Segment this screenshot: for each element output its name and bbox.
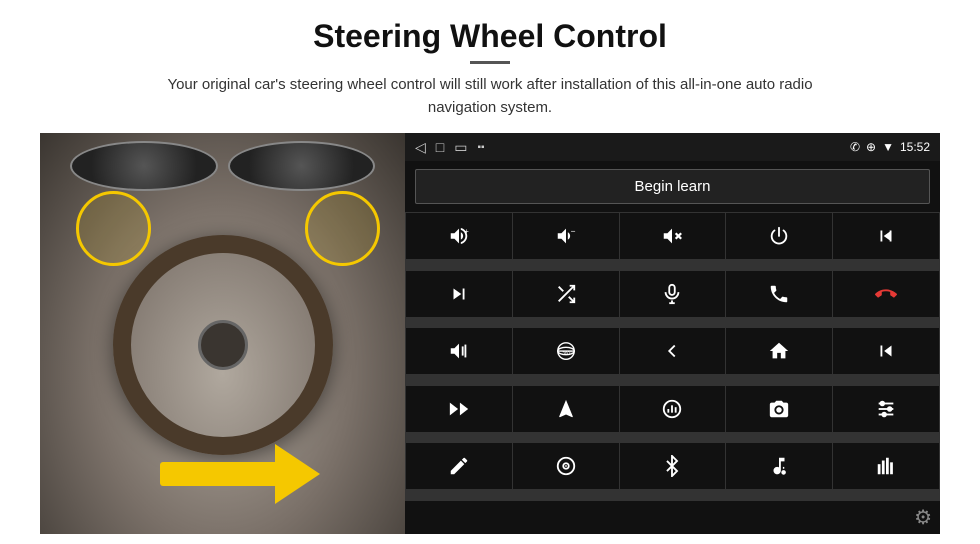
music-settings-icon [768,455,790,477]
pen-icon [448,455,470,477]
navigate-button[interactable] [513,386,619,432]
android-screen: ◁ □ ▭ ▪▪ ✆ ⊕ ▼ 15:52 Begin learn [405,133,940,534]
power-button[interactable] [726,213,832,259]
fast-forward-button[interactable] [406,386,512,432]
content-row: ◁ □ ▭ ▪▪ ✆ ⊕ ▼ 15:52 Begin learn [40,133,940,534]
arrow-body [160,462,280,486]
fast-forward-icon [448,398,470,420]
svg-text:360°: 360° [562,351,572,356]
dashboard-area [70,141,375,191]
skip-back-button[interactable] [833,328,939,374]
back-nav-icon[interactable]: ◁ [415,139,426,156]
pen-button[interactable] [406,443,512,489]
home-button[interactable] [726,328,832,374]
wifi-status-icon: ▼ [882,140,894,154]
status-bar-right: ✆ ⊕ ▼ 15:52 [850,140,930,154]
mic-button[interactable] [620,271,726,317]
vol-up-icon: + [448,225,470,247]
cd-icon [555,455,577,477]
arrow-head [275,444,320,504]
gauge-left [70,141,218,191]
mic-icon [661,283,683,305]
vol-down-icon: − [555,225,577,247]
view-360-icon: 360° [555,340,577,362]
skip-next-button[interactable] [406,271,512,317]
cd-button[interactable] [513,443,619,489]
bluetooth-icon [661,455,683,477]
equalizer-bars-icon [875,455,897,477]
steering-wheel-center [198,320,248,370]
shuffle-button[interactable] [513,271,619,317]
view-360-button[interactable]: 360° [513,328,619,374]
begin-learn-row: Begin learn [405,161,940,212]
begin-learn-button[interactable]: Begin learn [415,169,930,204]
gear-settings-button[interactable]: ⚙ [914,505,932,530]
phone-status-icon: ✆ [850,140,860,154]
eq-button[interactable] [620,386,726,432]
vol-mute-icon [661,225,683,247]
back-button[interactable] [620,328,726,374]
settings-sliders-button[interactable] [833,386,939,432]
arrow-container [160,444,320,504]
gauge-right [228,141,376,191]
skip-next-icon [448,283,470,305]
vol-up-button[interactable]: + [406,213,512,259]
vol-down-button[interactable]: − [513,213,619,259]
title-divider [470,61,510,64]
svg-text:+: + [464,226,468,235]
btn-group-right-highlight [305,191,380,266]
car-image-area [40,133,405,534]
phone-answer-button[interactable] [726,271,832,317]
phone-answer-icon [768,283,790,305]
eq-icon [661,398,683,420]
horn-icon [448,340,470,362]
btn-group-left-highlight [76,191,151,266]
hang-up-button[interactable] [833,271,939,317]
horn-button[interactable] [406,328,512,374]
settings-sliders-icon [875,398,897,420]
home-icon [768,340,790,362]
page-title: Steering Wheel Control [313,18,667,55]
power-icon [768,225,790,247]
prev-track-button[interactable] [833,213,939,259]
shuffle-icon [555,283,577,305]
camera-button[interactable] [726,386,832,432]
music-settings-button[interactable] [726,443,832,489]
vol-mute-button[interactable] [620,213,726,259]
back-icon [661,340,683,362]
svg-text:−: − [570,227,575,236]
arrow-shape [160,444,320,504]
steering-wheel-bg [40,133,405,534]
skip-back-icon [875,340,897,362]
page-container: Steering Wheel Control Your original car… [0,0,980,544]
steering-wheel-outer [113,235,333,455]
recents-nav-icon[interactable]: ▭ [454,139,467,156]
home-nav-icon[interactable]: □ [436,139,444,155]
hang-up-icon [875,283,897,305]
settings-row: ⚙ [405,501,940,534]
location-status-icon: ⊕ [866,140,876,154]
navigate-icon [555,398,577,420]
equalizer-bars-button[interactable] [833,443,939,489]
status-bar-left: ◁ □ ▭ ▪▪ [415,139,485,156]
time-display: 15:52 [900,140,930,154]
camera-icon [768,398,790,420]
status-bar: ◁ □ ▭ ▪▪ ✆ ⊕ ▼ 15:52 [405,133,940,161]
prev-track-icon [875,225,897,247]
icons-grid: + − [405,212,940,501]
bluetooth-button[interactable] [620,443,726,489]
signal-icon: ▪▪ [477,142,484,153]
page-subtitle: Your original car's steering wheel contr… [140,74,840,119]
